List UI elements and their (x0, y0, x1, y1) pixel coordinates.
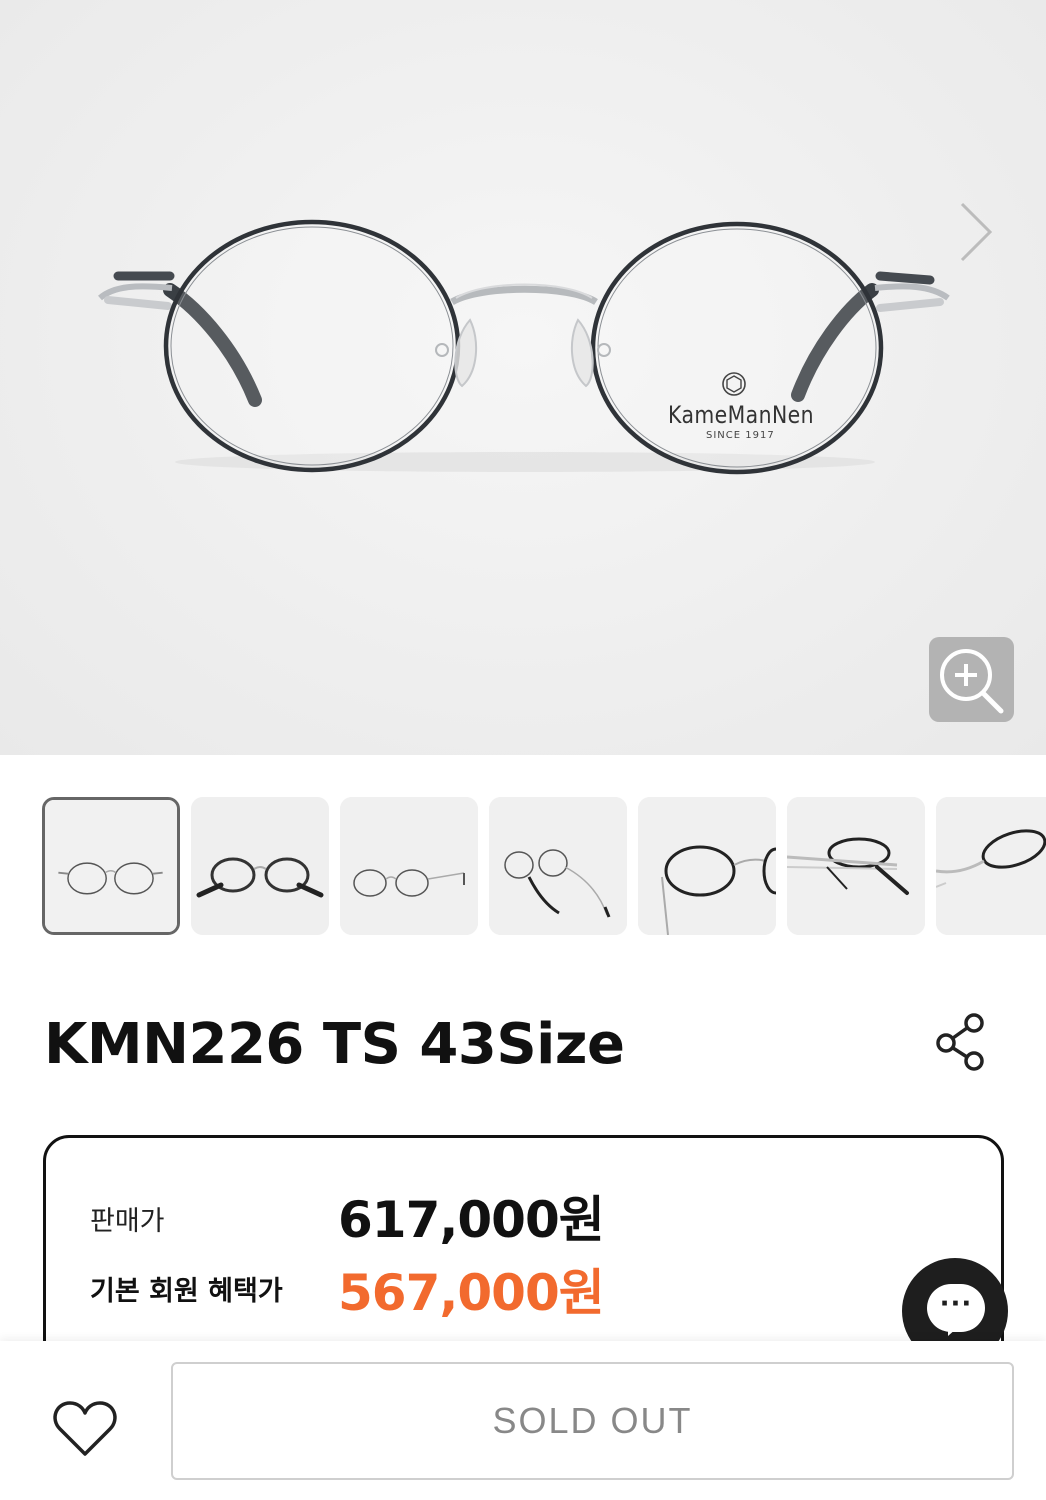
thumbnail-image (340, 797, 478, 935)
brand-logo-text: KameManNen (668, 401, 814, 429)
sale-price: 617,000원 (338, 1191, 605, 1249)
thumbnail-3[interactable] (340, 797, 478, 935)
sale-price-label: 판매가 (90, 1206, 165, 1237)
thumbnail-image (638, 797, 776, 935)
glasses-photo (98, 219, 950, 475)
thumbnail-1[interactable] (42, 797, 180, 935)
thumbnail-image (191, 797, 329, 935)
member-price-label: 기본 회원 혜택가 (90, 1276, 283, 1307)
thumbnail-2[interactable] (191, 797, 329, 935)
heart-icon[interactable] (52, 1399, 118, 1459)
product-main-image: KameManNen SINCE 1917 (0, 0, 1046, 755)
thumbnail-5[interactable] (638, 797, 776, 935)
brand-logo-subtext: SINCE 1917 (706, 430, 775, 441)
product-title: KMN226 TS 43Size (44, 1012, 625, 1077)
member-price: 567,000원 (338, 1264, 605, 1322)
thumbnail-4[interactable] (489, 797, 627, 935)
bottom-action-bar: SOLD OUT (0, 1341, 1046, 1500)
share-icon[interactable] (932, 1010, 992, 1074)
chevron-right-icon[interactable] (950, 198, 1006, 266)
thumbnail-7[interactable] (936, 797, 1046, 935)
chat-dots: ··· (939, 1289, 973, 1319)
zoom-in-icon (940, 649, 1004, 714)
thumbnail-image (45, 800, 177, 932)
thumbnail-6[interactable] (787, 797, 925, 935)
sold-out-button[interactable]: SOLD OUT (171, 1362, 1014, 1480)
thumbnail-strip (0, 797, 1046, 937)
thumbnail-image (489, 797, 627, 935)
thumbnail-image (936, 797, 1046, 935)
thumbnail-image (787, 797, 925, 935)
zoom-in-button[interactable] (929, 637, 1014, 722)
chat-bubble-tail (948, 1320, 966, 1336)
